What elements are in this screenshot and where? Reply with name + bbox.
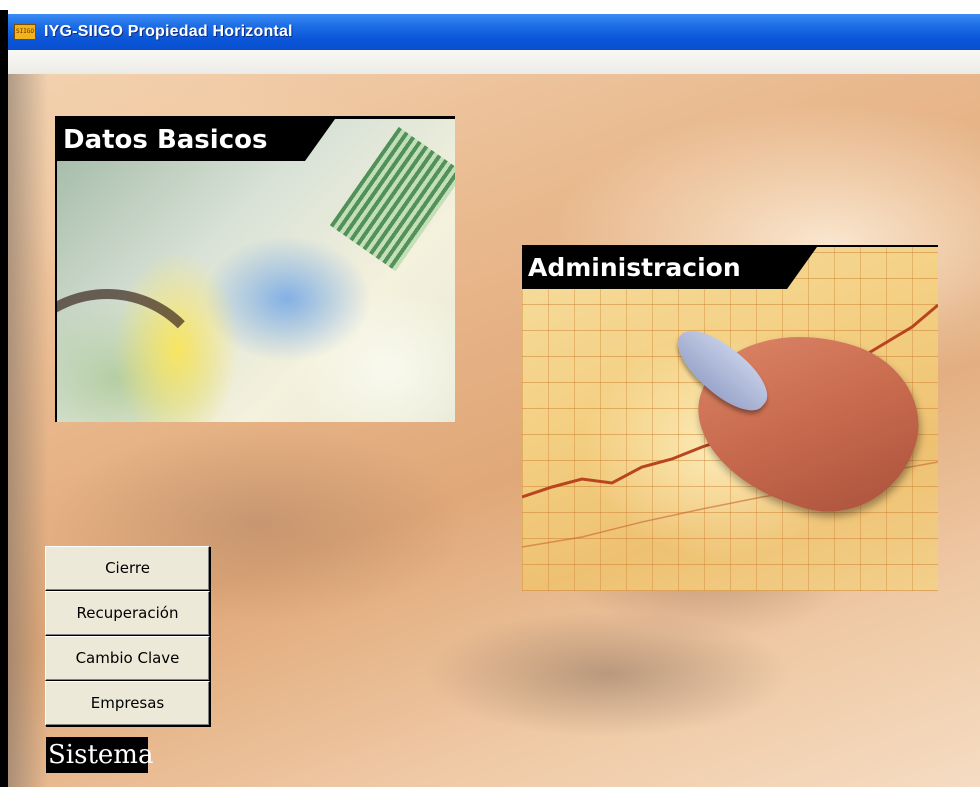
- datos-basicos-label: Datos Basicos: [57, 119, 335, 161]
- app-window: SIIGO IYG-SIIGO Propiedad Horizontal Dat…: [0, 0, 980, 787]
- title-bar[interactable]: SIIGO IYG-SIIGO Propiedad Horizontal: [8, 14, 980, 50]
- datos-basicos-tile[interactable]: Datos Basicos: [55, 116, 455, 422]
- cd-graphic: [57, 289, 217, 422]
- administracion-label: Administracion: [522, 247, 817, 289]
- window-left-border: [0, 10, 8, 787]
- sistema-button-group: Cierre Recuperación Cambio Clave Empresa…: [45, 546, 210, 726]
- cambio-clave-button[interactable]: Cambio Clave: [45, 636, 210, 681]
- main-area: Datos Basicos Administracion Cierre Recu…: [8, 74, 980, 787]
- administracion-tile[interactable]: Administracion: [522, 245, 938, 591]
- window-title: IYG-SIIGO Propiedad Horizontal: [44, 23, 293, 40]
- sistema-label[interactable]: Sistema: [46, 737, 153, 773]
- background-shade: [8, 74, 48, 787]
- recuperacion-button[interactable]: Recuperación: [45, 591, 210, 636]
- app-logo-icon: SIIGO: [14, 24, 36, 40]
- cierre-button[interactable]: Cierre: [45, 546, 210, 591]
- circuit-graphic: [329, 126, 455, 272]
- empresas-button[interactable]: Empresas: [45, 681, 210, 726]
- menu-bar: [8, 50, 980, 75]
